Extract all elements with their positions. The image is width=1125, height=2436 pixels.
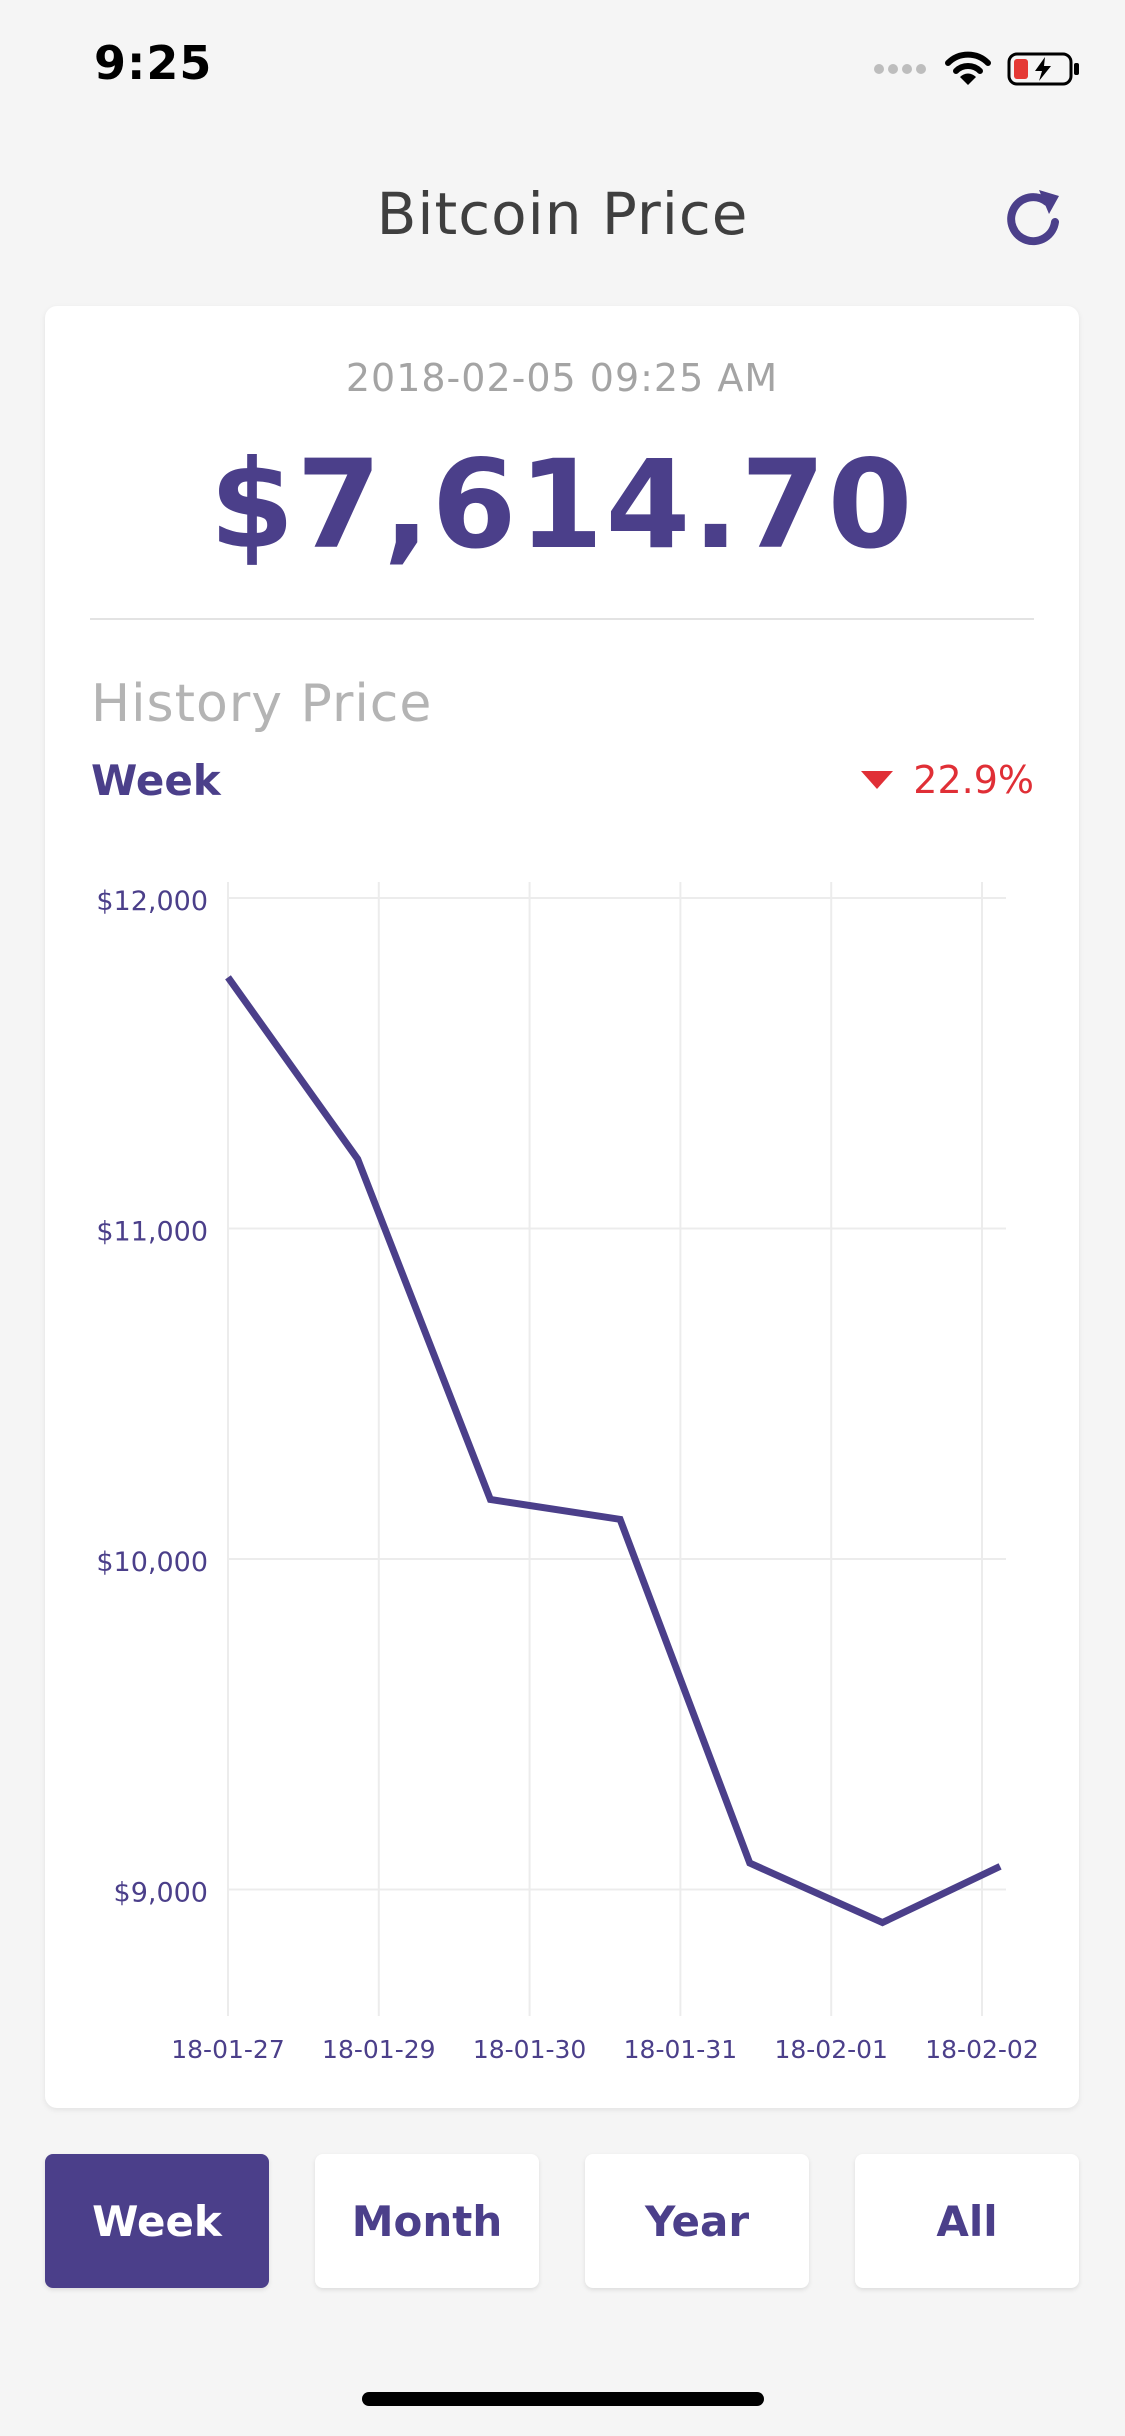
y-tick-label: $12,000: [96, 886, 208, 917]
y-tick-label: $10,000: [96, 1547, 208, 1578]
status-bar: 9:25: [0, 0, 1125, 135]
price-card: 2018-02-05 09:25 AM $7,614.70 History Pr…: [45, 306, 1079, 2108]
y-tick-label: $9,000: [114, 1878, 208, 1909]
tab-week[interactable]: Week: [45, 2154, 269, 2288]
x-tick-label: 18-01-31: [624, 2035, 737, 2064]
x-tick-label: 18-02-01: [774, 2035, 887, 2064]
y-tick-label: $11,000: [96, 1217, 208, 1248]
tab-month[interactable]: Month: [315, 2154, 539, 2288]
home-indicator: [362, 2392, 764, 2406]
tab-all[interactable]: All: [855, 2154, 1079, 2288]
x-tick-label: 18-01-30: [473, 2035, 586, 2064]
page-title: Bitcoin Price: [376, 180, 749, 248]
price-line: [225, 975, 1002, 1927]
cellular-signal-icon: [874, 64, 926, 74]
x-tick-label: 18-01-27: [171, 2035, 284, 2064]
price-history-chart: $12,000 $11,000 $10,000 $9,000 18-01-27 18-01…: [96, 882, 1039, 2064]
status-time: 9:25: [94, 36, 213, 90]
x-tick-label: 18-01-29: [322, 2035, 435, 2064]
status-icons: [873, 44, 1081, 94]
period-selector: Week Month Year All: [45, 2154, 1079, 2290]
refresh-icon[interactable]: [999, 186, 1067, 254]
battery-charging-icon: [1007, 52, 1079, 86]
x-tick-label: 18-02-02: [925, 2035, 1038, 2064]
wifi-icon: [945, 51, 991, 85]
tab-year[interactable]: Year: [585, 2154, 809, 2288]
